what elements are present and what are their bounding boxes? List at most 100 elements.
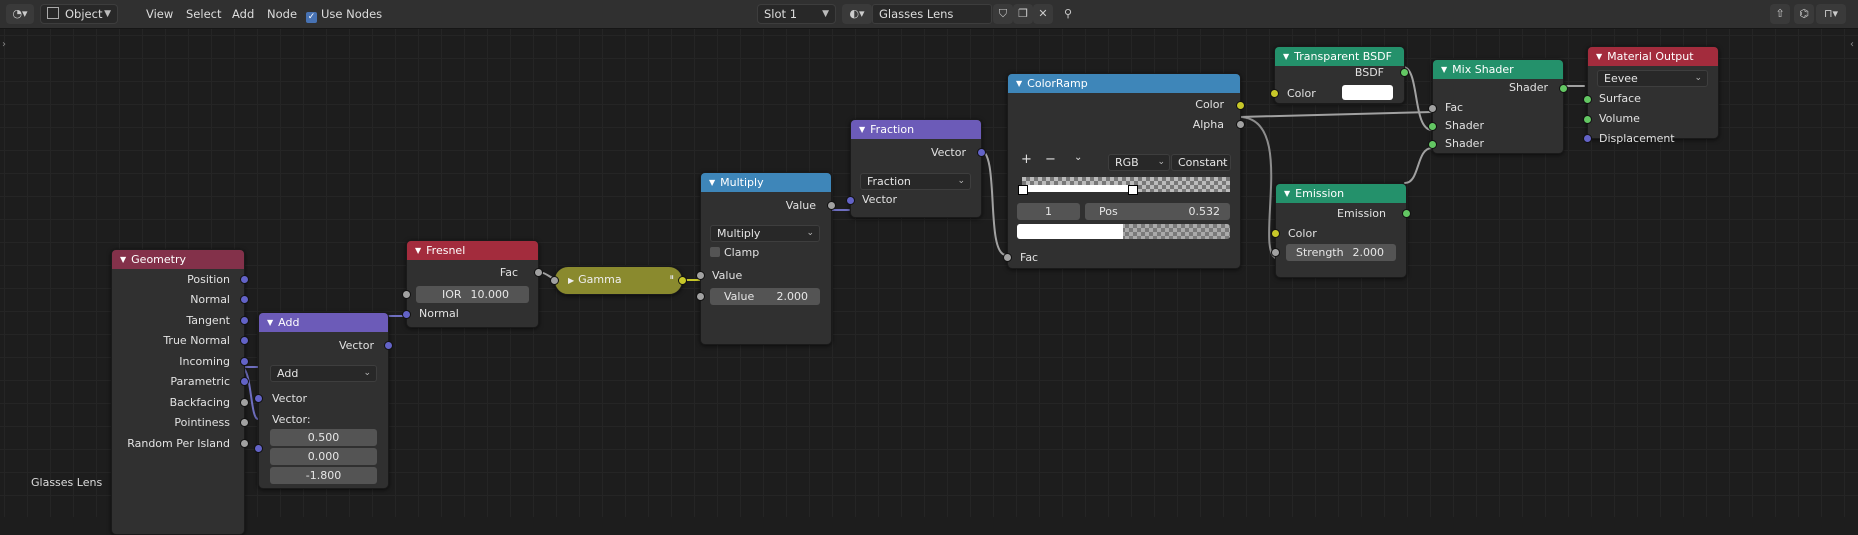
socket-fraction-in[interactable]: [846, 196, 855, 205]
fake-user-shield-icon[interactable]: ⛉: [993, 4, 1013, 24]
geometry-node[interactable]: ▼ Geometry Position Normal Tangent True N…: [111, 249, 249, 535]
fraction-node-header[interactable]: ▼ Fraction: [851, 120, 981, 139]
transparent-bsdf-node[interactable]: ▼ Transparent BSDF BSDF Color: [1270, 46, 1409, 104]
socket-add-vector-in[interactable]: [254, 394, 263, 403]
colorramp-node-header[interactable]: ▼ ColorRamp: [1008, 74, 1240, 93]
snap-target-icon[interactable]: ⊓▾: [1816, 4, 1846, 24]
emission-node-header[interactable]: ▼ Emission: [1276, 184, 1406, 203]
add-operation-dropdown[interactable]: Add ⌄: [270, 365, 377, 382]
ramp-menu-icon[interactable]: ⌄: [1074, 152, 1082, 163]
color-swatch[interactable]: [1342, 85, 1393, 100]
socket-bsdf-out[interactable]: [1400, 68, 1409, 77]
vector-z-field[interactable]: -1.800: [270, 467, 377, 484]
socket-fresnel-normal[interactable]: [402, 310, 411, 319]
ramp-gradient-bar[interactable]: [1022, 177, 1230, 192]
geometry-node-header[interactable]: ▼ Geometry: [112, 250, 244, 269]
add-stop-icon[interactable]: +: [1021, 152, 1032, 167]
socket-mix-out[interactable]: [1559, 84, 1568, 93]
material-name-field[interactable]: Glasses Lens: [872, 4, 992, 24]
socket-mix-fac[interactable]: [1428, 104, 1437, 113]
vector-x-field[interactable]: 0.500: [270, 429, 377, 446]
output-incoming: Incoming: [179, 355, 230, 368]
use-nodes-toggle[interactable]: ✓ Use Nodes: [306, 4, 382, 24]
socket-parametric[interactable]: [240, 377, 249, 386]
menu-add[interactable]: Add: [232, 4, 254, 24]
socket-surface[interactable]: [1583, 95, 1592, 104]
socket-normal[interactable]: [240, 295, 249, 304]
socket-add-vector-out[interactable]: [384, 341, 393, 350]
socket-emission-strength[interactable]: [1271, 248, 1280, 257]
material-browse-icon[interactable]: ◐▾: [842, 4, 872, 24]
socket-emission-color[interactable]: [1271, 229, 1280, 238]
socket-ramp-alpha[interactable]: [1236, 120, 1245, 129]
socket-mix-shader-2[interactable]: [1428, 140, 1437, 149]
socket-gamma-out[interactable]: [678, 276, 687, 285]
editor-type-icon[interactable]: ◔▾: [6, 4, 34, 24]
mix-shader-node[interactable]: ▼ Mix Shader Shader Fac Shader Shader: [1428, 59, 1568, 154]
snapping-icon[interactable]: ⌬: [1794, 4, 1814, 24]
render-target-dropdown[interactable]: Eevee ⌄: [1597, 70, 1708, 87]
output-node-header[interactable]: ▼ Material Output: [1588, 47, 1718, 66]
fresnel-node-header[interactable]: ▼ Fresnel: [407, 241, 538, 260]
unlink-material-icon[interactable]: ✕: [1033, 4, 1053, 24]
stop-index-field[interactable]: 1: [1017, 203, 1080, 220]
socket-multiply-out[interactable]: [827, 201, 836, 210]
menu-view[interactable]: View: [146, 4, 173, 24]
socket-multiply-in2[interactable]: [696, 292, 705, 301]
vector-add-node[interactable]: ▼ Add Vector Add ⌄ Vector Vector: 0.500 0.…: [254, 312, 393, 489]
add-node-header[interactable]: ▼ Add: [259, 313, 388, 332]
socket-volume[interactable]: [1583, 115, 1592, 124]
socket-fresnel-fac[interactable]: [534, 268, 543, 277]
pin-icon[interactable]: ⚲: [1058, 4, 1078, 24]
vector-y-field[interactable]: 0.000: [270, 448, 377, 465]
vector-fraction-node[interactable]: ▼ Fraction Vector Fraction ⌄ Vector: [846, 119, 986, 218]
node-canvas[interactable]: › ‹ ▼ Geometry Position Normal Tangent Tr…: [0, 29, 1858, 535]
stop-position-field[interactable]: Pos 0.532: [1085, 203, 1230, 220]
color-mode-dropdown[interactable]: RGB ⌄: [1108, 154, 1170, 171]
ramp-stop-0[interactable]: [1018, 185, 1028, 195]
socket-fraction-out[interactable]: [977, 148, 986, 157]
stop-color-field[interactable]: [1017, 224, 1230, 239]
remove-stop-icon[interactable]: −: [1045, 152, 1056, 167]
fraction-operation-dropdown[interactable]: Fraction ⌄: [860, 173, 971, 190]
socket-random-per-island[interactable]: [240, 439, 249, 448]
socket-bsdf-color[interactable]: [1270, 89, 1279, 98]
math-multiply-node[interactable]: ▼ Multiply Value Multiply ⌄ Clamp Value Va…: [696, 172, 836, 345]
clamp-checkbox[interactable]: Clamp: [710, 246, 759, 259]
ior-field[interactable]: IOR 10.000: [416, 286, 529, 303]
socket-position[interactable]: [240, 275, 249, 284]
parent-node-tree-icon[interactable]: ⇧: [1770, 4, 1790, 24]
gamma-node-collapsed[interactable]: ▶ Gamma ⏸: [550, 266, 687, 295]
socket-tangent[interactable]: [240, 316, 249, 325]
socket-emission-out[interactable]: [1402, 209, 1411, 218]
socket-true-normal[interactable]: [240, 336, 249, 345]
socket-ramp-fac[interactable]: [1003, 253, 1012, 262]
socket-ramp-color[interactable]: [1236, 101, 1245, 110]
socket-multiply-in1[interactable]: [696, 271, 705, 280]
multiply-value-field[interactable]: Value 2.000: [710, 288, 820, 305]
emission-node[interactable]: ▼ Emission Emission Color Strength 2.000: [1271, 183, 1411, 278]
interpolation-dropdown[interactable]: Constant ⌄: [1171, 154, 1231, 171]
socket-displacement[interactable]: [1583, 134, 1592, 143]
socket-incoming[interactable]: [240, 357, 249, 366]
socket-add-vector-in2[interactable]: [254, 444, 263, 453]
colorramp-node[interactable]: ▼ ColorRamp Color Alpha + − ⌄ RGB ⌄ Consta…: [1003, 73, 1245, 269]
strength-field[interactable]: Strength 2.000: [1286, 244, 1396, 261]
socket-backfacing[interactable]: [240, 398, 249, 407]
duplicate-material-icon[interactable]: ❐: [1013, 4, 1033, 24]
ramp-stop-1[interactable]: [1128, 185, 1138, 195]
socket-fresnel-ior[interactable]: [402, 290, 411, 299]
mode-dropdown[interactable]: Object ▼: [40, 4, 118, 24]
slot-dropdown[interactable]: Slot 1 ▼: [757, 4, 836, 24]
fresnel-node[interactable]: ▼ Fresnel Fac IOR 10.000 Normal: [402, 240, 543, 328]
socket-gamma-in[interactable]: [550, 276, 559, 285]
menu-select[interactable]: Select: [186, 4, 221, 24]
socket-mix-shader-1[interactable]: [1428, 122, 1437, 131]
socket-pointiness[interactable]: [240, 418, 249, 427]
material-output-node[interactable]: ▼ Material Output Eevee ⌄ Surface Volume D…: [1583, 46, 1719, 145]
multiply-operation-dropdown[interactable]: Multiply ⌄: [710, 225, 820, 242]
mix-node-header[interactable]: ▼ Mix Shader: [1433, 60, 1563, 79]
menu-node[interactable]: Node: [267, 4, 297, 24]
transparent-node-header[interactable]: ▼ Transparent BSDF: [1275, 47, 1404, 66]
multiply-node-header[interactable]: ▼ Multiply: [701, 173, 831, 192]
